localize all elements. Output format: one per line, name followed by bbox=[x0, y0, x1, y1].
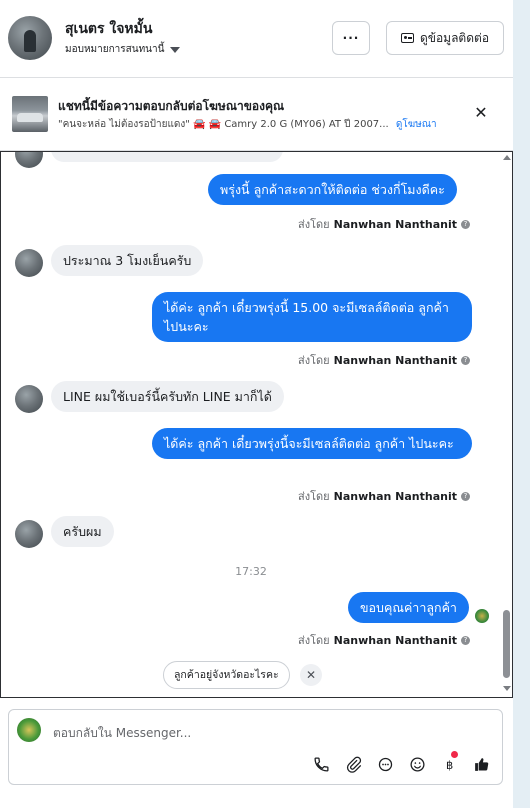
message-bubble-outgoing[interactable]: ขอบคุณค่าาลูกค้า bbox=[348, 592, 469, 623]
ad-reply-banner: แชทนี้มีข้อความตอบกลับต่อโฆษณาของคุณ "คน… bbox=[0, 79, 513, 151]
window-edge bbox=[513, 0, 530, 808]
help-icon[interactable]: ? bbox=[461, 491, 470, 501]
phone-icon[interactable] bbox=[311, 754, 331, 774]
seen-avatar bbox=[475, 609, 489, 623]
message-bubble-incoming[interactable]: LINE ผมใช้เบอร์นี้ครับทัก LINE มาก็ได้ bbox=[51, 381, 284, 412]
contact-avatar[interactable] bbox=[8, 16, 52, 60]
contact-avatar-small bbox=[15, 385, 43, 413]
caret-down-icon bbox=[170, 46, 181, 53]
conversation-panel: สุเนตร ใจหมั้น มอบหมายการสนทนานี้ ··· ดู… bbox=[0, 0, 513, 808]
more-options-button[interactable]: ··· bbox=[332, 21, 370, 55]
help-icon[interactable]: ? bbox=[461, 635, 470, 645]
view-contact-info-label: ดูข้อมูลติดต่อ bbox=[419, 30, 490, 45]
message-bubble-incoming[interactable]: ครับผม bbox=[51, 516, 114, 547]
like-icon[interactable] bbox=[471, 754, 491, 774]
agent-name: Nanwhan Nanthanit bbox=[333, 353, 457, 367]
conversation-header: สุเนตร ใจหมั้น มอบหมายการสนทนานี้ ··· ดู… bbox=[0, 0, 513, 78]
attachment-icon[interactable] bbox=[343, 754, 363, 774]
view-contact-info-button[interactable]: ดูข้อมูลติดต่อ bbox=[386, 21, 504, 55]
svg-text:฿: ฿ bbox=[445, 757, 452, 771]
dismiss-suggestion-icon[interactable]: ✕ bbox=[300, 664, 322, 686]
baht-icon[interactable]: ฿ bbox=[439, 751, 459, 774]
message-bubble-outgoing[interactable]: ได้ค่ะ ลูกค้า เดี๋ยวพรุ่งนี้ 15.00 จะมีเ… bbox=[152, 292, 472, 342]
sent-by-label: ส่งโดย Nanwhan Nanthanit ? bbox=[298, 487, 470, 505]
sent-by-label: ส่งโดย Nanwhan Nanthanit ? bbox=[298, 631, 470, 649]
sent-by-prefix: ส่งโดย bbox=[298, 490, 330, 503]
agent-name: Nanwhan Nanthanit bbox=[333, 217, 457, 231]
contact-name[interactable]: สุเนตร ใจหมั้น bbox=[65, 18, 152, 40]
ad-thumbnail[interactable] bbox=[12, 96, 48, 132]
assign-conversation-dropdown[interactable]: มอบหมายการสนทนานี้ bbox=[65, 42, 181, 57]
chat-bubble-icon[interactable] bbox=[375, 754, 395, 774]
sent-by-prefix: ส่งโดย bbox=[298, 634, 330, 647]
help-icon[interactable]: ? bbox=[461, 355, 470, 365]
ad-banner-title: แชทนี้มีข้อความตอบกลับต่อโฆษณาของคุณ bbox=[58, 99, 285, 113]
message-bubble-outgoing[interactable]: พรุ่งนี้ ลูกค้าสะดวกให้ติดต่อ ช่วงกี่โมง… bbox=[208, 174, 457, 205]
contact-avatar-small bbox=[15, 249, 43, 277]
message-timestamp: 17:32 bbox=[235, 565, 267, 578]
contact-avatar-small bbox=[15, 520, 43, 548]
suggested-reply-chip[interactable]: ลูกค้าอยู่จังหวัดอะไรคะ bbox=[163, 661, 290, 689]
page-avatar bbox=[17, 718, 41, 742]
sent-by-prefix: ส่งโดย bbox=[298, 218, 330, 231]
scroll-down-arrow-icon[interactable] bbox=[503, 686, 511, 691]
thread-scrollbar[interactable] bbox=[501, 152, 512, 696]
sent-by-prefix: ส่งโดย bbox=[298, 354, 330, 367]
scrollbar-thumb[interactable] bbox=[503, 610, 510, 678]
scroll-up-arrow-icon[interactable] bbox=[503, 155, 511, 160]
notification-dot bbox=[451, 751, 458, 758]
contact-avatar-small bbox=[15, 152, 43, 168]
message-bubble-incoming[interactable]: ประมาณ 3 โมงเย็นครับ bbox=[51, 245, 204, 276]
sent-by-label: ส่งโดย Nanwhan Nanthanit ? bbox=[298, 215, 470, 233]
agent-name: Nanwhan Nanthanit bbox=[333, 489, 457, 503]
ad-text: "คนจะหล่อ ไม่ต้องรอป้ายแดง" 🚘 🚘 Camry 2.… bbox=[58, 119, 389, 130]
emoji-icon[interactable] bbox=[407, 754, 427, 774]
message-thread[interactable]: พรุ่งนี้ ลูกค้าสะดวกให้ติดต่อ ช่วงกี่โมง… bbox=[0, 151, 513, 698]
assign-label: มอบหมายการสนทนานี้ bbox=[65, 44, 165, 55]
help-icon[interactable]: ? bbox=[461, 219, 470, 229]
sent-by-label: ส่งโดย Nanwhan Nanthanit ? bbox=[298, 351, 470, 369]
contact-card-icon bbox=[400, 33, 414, 43]
message-bubble-partial bbox=[51, 152, 283, 162]
agent-name: Nanwhan Nanthanit bbox=[333, 633, 457, 647]
message-bubble-outgoing[interactable]: ได้ค่ะ ลูกค้า เดี๋ยวพรุ่งนี้จะมีเซลล์ติด… bbox=[152, 428, 472, 459]
close-icon[interactable]: ✕ bbox=[472, 104, 490, 122]
reply-input[interactable]: ตอบกลับใน Messenger... bbox=[53, 724, 191, 743]
ad-banner-subtitle: "คนจะหล่อ ไม่ต้องรอป้ายแดง" 🚘 🚘 Camry 2.… bbox=[58, 117, 437, 132]
reply-composer[interactable]: ตอบกลับใน Messenger... ฿ bbox=[8, 709, 503, 785]
view-ad-link[interactable]: ดูโฆษณา bbox=[396, 119, 437, 130]
